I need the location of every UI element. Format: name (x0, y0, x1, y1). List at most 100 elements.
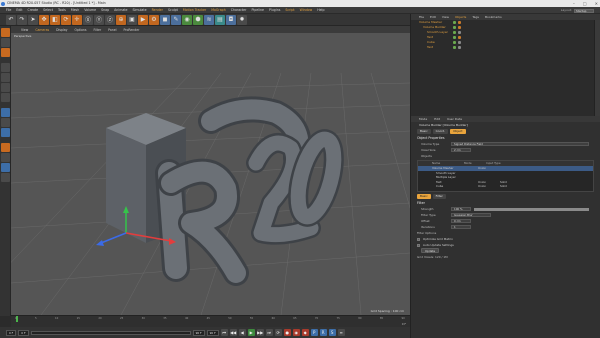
points-mode-icon[interactable] (0, 73, 10, 82)
enable-axis-icon[interactable] (0, 118, 10, 127)
menu-animate[interactable]: Animate (114, 8, 127, 12)
viewport-menu-display[interactable]: Display (56, 28, 67, 32)
tab-filter[interactable]: Filter (432, 194, 446, 199)
cube-object-icon[interactable]: ◼ (160, 14, 170, 25)
array-generator-icon[interactable]: ⬢ (193, 14, 203, 25)
scale-tool-icon[interactable]: ◧ (50, 14, 60, 25)
menu-snap[interactable]: Snap (101, 8, 109, 12)
loop-icon[interactable]: ⟳ (274, 329, 282, 336)
minimize-button[interactable]: – (573, 0, 575, 7)
visibility-check-icon[interactable] (453, 31, 456, 34)
visibility-check-icon[interactable] (453, 41, 456, 44)
voxel-size-field[interactable]: 2 cm (451, 148, 471, 152)
menu-mesh[interactable]: Mesh (71, 8, 79, 12)
perspective-viewport[interactable]: Perspective Grid Spacing : 100 cm (11, 33, 410, 315)
quantize-icon[interactable] (0, 153, 10, 162)
optimize-checkbox[interactable] (417, 237, 420, 241)
locked-workplane-icon[interactable] (0, 163, 10, 172)
start-frame-field[interactable]: 0 F (6, 329, 17, 336)
volume-objects-list[interactable]: Name Mode Input Type Volume Mesher Union… (417, 160, 594, 192)
model-mode-icon[interactable] (0, 38, 10, 47)
light-icon[interactable]: ✹ (237, 14, 247, 25)
om-menu-objects[interactable]: Objects (455, 15, 466, 19)
menu-edit[interactable]: Edit (16, 8, 22, 12)
tag-icon[interactable] (458, 46, 461, 49)
y-axis-lock-icon[interactable]: Ⓨ (94, 14, 104, 25)
render-view-icon[interactable]: ▣ (127, 14, 137, 25)
end-frame-field[interactable]: 90 F (192, 329, 205, 336)
tab-basic[interactable]: Basic (417, 129, 431, 134)
previous-frame-icon[interactable]: ◀ (238, 329, 246, 336)
z-axis-lock-icon[interactable]: Ⓩ (105, 14, 115, 25)
om-menu-tags[interactable]: Tags (472, 15, 479, 19)
visibility-check-icon[interactable] (453, 21, 456, 24)
play-icon[interactable]: ▶ (247, 329, 255, 336)
om-menu-view[interactable]: View (442, 15, 449, 19)
camera-icon[interactable]: ◘ (226, 14, 236, 25)
auto-update-checkbox[interactable] (417, 243, 420, 247)
menu-volume[interactable]: Volume (84, 8, 96, 12)
viewport-menu-prorender[interactable]: ProRender (123, 28, 139, 32)
om-menu-bookmarks[interactable]: Bookmarks (485, 15, 502, 19)
om-menu-file[interactable]: File (419, 15, 424, 19)
menu-create[interactable]: Create (28, 8, 39, 12)
om-menu-edit[interactable]: Edit (430, 15, 436, 19)
manager-side-tabs[interactable] (594, 20, 600, 116)
uv-mode-icon[interactable] (0, 108, 10, 117)
render-picture-viewer-icon[interactable]: ▶ (138, 14, 148, 25)
strength-slider[interactable] (474, 207, 589, 211)
update-button[interactable]: Update (421, 248, 440, 253)
tweak-mode-icon[interactable] (0, 128, 10, 137)
go-to-start-icon[interactable]: ⏮ (220, 329, 228, 336)
next-key-icon[interactable]: ▶▶ (256, 329, 264, 336)
visibility-check-icon[interactable] (453, 26, 456, 29)
record-keys-icon[interactable]: ● (283, 329, 291, 336)
menu-tools[interactable]: Tools (58, 8, 66, 12)
viewport-menu-filter[interactable]: Filter (93, 28, 101, 32)
layout-dropdown[interactable]: Startup (574, 8, 594, 13)
list-item-type[interactable]: Solid (500, 184, 507, 189)
frame-range-slider[interactable] (30, 330, 191, 335)
menu-pipeline[interactable]: Pipeline (251, 8, 263, 12)
menu-script[interactable]: Script (285, 8, 294, 12)
menu-character[interactable]: Character (231, 8, 247, 12)
texture-mode-icon[interactable] (0, 48, 10, 57)
viewport-menu-options[interactable]: Options (75, 28, 87, 32)
tab-filter-basic[interactable]: Basic (417, 194, 431, 199)
render-settings-icon[interactable]: ⚙ (149, 14, 159, 25)
make-editable-icon[interactable] (0, 28, 10, 37)
am-menu-edit[interactable]: Edit (434, 117, 440, 121)
visibility-check-icon[interactable] (453, 46, 456, 49)
am-menu-user-data[interactable]: User Data (447, 117, 462, 121)
rotation-key-icon[interactable]: R (319, 329, 327, 336)
strength-field[interactable]: 100 % (451, 207, 471, 211)
iterations-field[interactable]: 1 (451, 225, 471, 229)
tab-object[interactable]: Object (450, 129, 466, 134)
tag-icon[interactable] (458, 21, 461, 24)
workplane-icon[interactable] (0, 63, 10, 72)
visibility-check-icon[interactable] (453, 36, 456, 39)
autokey-icon[interactable]: ◉ (292, 329, 300, 336)
subdivision-surface-icon[interactable]: ◉ (182, 14, 192, 25)
list-item[interactable]: Cube Union Solid (418, 184, 593, 189)
current-frame-field[interactable]: 0 F (18, 329, 29, 336)
keyframe-selection-icon[interactable]: ◆ (301, 329, 309, 336)
volume-type-dropdown[interactable]: Signed Distance Field (451, 142, 589, 146)
volume-mesh-r20[interactable] (155, 96, 344, 286)
tag-icon[interactable] (458, 31, 461, 34)
pen-spline-icon[interactable]: ✎ (171, 14, 181, 25)
timeline-ruler[interactable]: 0 5 10 15 20 25 30 35 40 45 50 55 60 65 … (11, 315, 410, 327)
go-to-end-icon[interactable]: ⏭ (265, 329, 273, 336)
timeline-menu-icon[interactable]: ≡ (337, 329, 345, 336)
tag-icon[interactable] (458, 26, 461, 29)
menu-plugins[interactable]: Plugins (269, 8, 280, 12)
object-row[interactable]: Text (411, 45, 600, 50)
menu-window[interactable]: Window (300, 8, 313, 12)
viewport-menu-cameras[interactable]: Cameras (35, 28, 49, 32)
move-tool-icon[interactable]: ✥ (39, 14, 49, 25)
viewport-menu-panel[interactable]: Panel (108, 28, 116, 32)
viewport-menu-view[interactable]: View (21, 28, 28, 32)
menu-sculpt[interactable]: Sculpt (168, 8, 178, 12)
menu-help[interactable]: Help (317, 8, 324, 12)
recent-tool-icon[interactable]: ✛ (72, 14, 82, 25)
